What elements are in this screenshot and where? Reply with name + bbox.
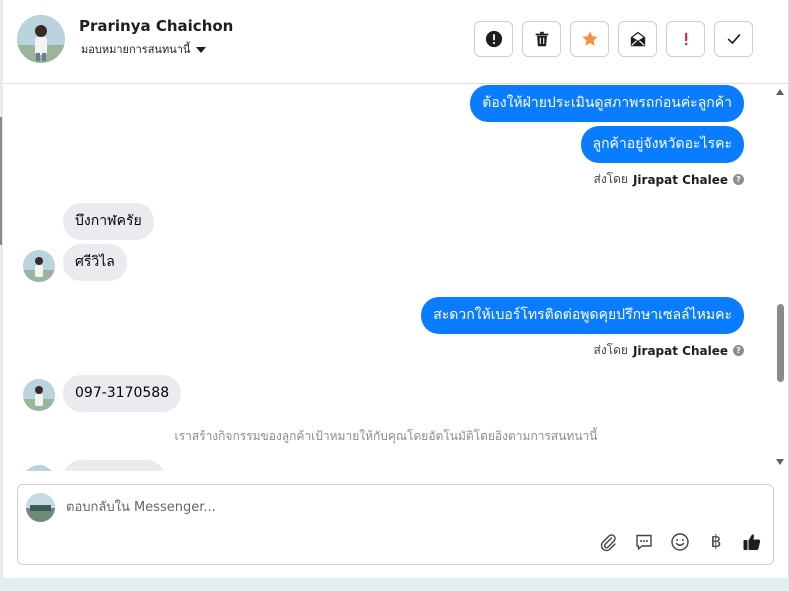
sent-by-agent: Jirapat Chalee [632,343,728,358]
assign-label: มอบหมายการสนทนานี้ [81,43,191,56]
reply-input[interactable] [66,497,756,517]
conversation-header: Prarinya Chaichon มอบหมายการสนทนานี้ [3,0,789,84]
alert-button[interactable] [474,21,513,57]
incoming-message-partial[interactable] [63,460,165,471]
scroll-down-arrow-icon[interactable] [776,459,784,465]
help-icon[interactable]: ? [733,174,744,185]
mark-unread-button[interactable] [618,21,657,57]
thread-scrollbar[interactable] [773,85,789,471]
emoji-icon [671,533,689,551]
message-thread[interactable]: ต้องให้ฝ่ายประเมินดูสภาพรถก่อนค่ะลูกค้า … [3,85,789,471]
baht-icon[interactable]: ฿ [705,531,727,553]
outgoing-message[interactable]: สะดวกให้เบอร์โทรติดต่อพูดคุยปรึกษาเซลล์ไ… [421,297,744,334]
delete-button[interactable] [522,21,561,57]
contact-avatar-small[interactable] [23,379,55,411]
system-notice: เราสร้างกิจกรรมของลูกค้าเป้าหมายให้กับคุ… [174,429,598,443]
outgoing-message[interactable]: ต้องให้ฝ่ายประเมินดูสภาพรถก่อนค่ะลูกค้า [470,85,744,122]
contact-avatar-small[interactable] [23,250,55,282]
star-icon [581,31,598,46]
star-button[interactable] [570,21,609,57]
sent-by-agent: Jirapat Chalee [632,172,728,187]
contact-avatar[interactable] [17,15,65,63]
scrollbar-thumb[interactable] [777,304,784,382]
done-button[interactable] [714,21,753,57]
composer-tools: ฿ [597,531,763,553]
conversation-panel: Prarinya Chaichon มอบหมายการสนทนานี้ ต้อ… [3,0,789,578]
assign-conversation-dropdown[interactable]: มอบหมายการสนทนานี้ [81,40,207,58]
thumbs-up-icon [743,534,761,550]
sent-by-prefix: ส่งโดย [593,172,628,186]
left-edge-divider [0,117,2,245]
trash-icon [535,31,548,47]
scroll-up-arrow-icon[interactable] [776,89,784,95]
sent-by-label: ส่งโดย Jirapat Chalee ? [593,341,744,360]
incoming-message[interactable]: ศรีวิไล [63,244,127,281]
outgoing-message[interactable]: ลูกค้าอยู่จังหวัดอะไรคะ [580,126,744,163]
header-actions [474,21,753,57]
exclamation-circle-icon [485,30,502,48]
caret-down-icon [196,46,207,53]
attach-button[interactable] [597,531,619,553]
red-exclamation-icon [684,32,687,46]
saved-reply-button[interactable] [633,531,655,553]
checkmark-icon [727,34,740,44]
incoming-message[interactable]: บึงกาฬครัย [63,203,154,240]
incoming-message[interactable]: 097-3170588 [63,375,182,412]
contact-avatar-small[interactable] [23,465,55,471]
page-avatar [26,493,55,522]
reply-composer: ฿ [17,484,774,565]
contact-name[interactable]: Prarinya Chaichon [79,17,233,35]
emoji-button[interactable] [669,531,691,553]
paperclip-icon [600,534,616,552]
sent-by-prefix: ส่งโดย [593,343,628,357]
important-button[interactable] [666,21,705,57]
sent-by-label: ส่งโดย Jirapat Chalee ? [593,170,744,189]
envelope-icon [630,31,645,47]
saved-reply-icon [636,534,652,550]
like-button[interactable] [741,531,763,553]
help-icon[interactable]: ? [733,345,744,356]
